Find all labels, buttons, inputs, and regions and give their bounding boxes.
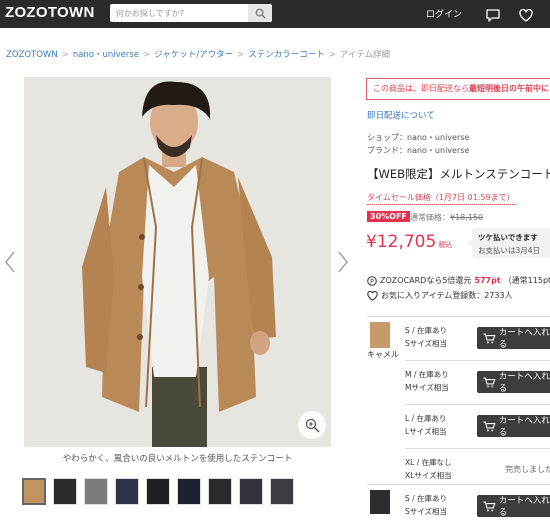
heart-icon[interactable] [367,290,378,301]
zoom-button[interactable] [298,411,326,439]
cart-icon [483,333,496,343]
sold-out-label: 完売しました [505,465,550,474]
size-row-l: L / 在庫あり Lサイズ相当 カートへ入れる [405,405,550,449]
stock-table: キャメル S / 在庫あり Sサイズ相当 カートへ入れる M / 在庫あり Mサ… [367,316,550,486]
prev-image-arrow[interactable] [4,250,16,278]
svg-text:P: P [370,277,374,285]
favorites-heart-icon[interactable] [519,7,533,26]
chat-icon[interactable] [486,7,500,26]
color-swatch-black[interactable] [370,490,390,514]
search-icon [255,8,266,19]
product-title: 【WEB限定】メルトンステンコート [367,167,550,181]
zoom-icon [305,418,320,433]
image-caption: やわらかく、風合いの良いメルトンを使用したステンコート [62,454,293,464]
size-row-s: S / 在庫あり Sサイズ相当 カートへ入れる [405,317,550,361]
thumbnail-1[interactable] [22,478,46,505]
thumbnail-6[interactable] [177,478,201,505]
add-to-cart-button[interactable]: カートへ入れる [477,495,550,518]
search-button[interactable] [248,4,272,22]
points-info: P ZOZOCARDなら5倍還元577pt（通常115pt） [367,275,550,286]
second-color-block: S / 在庫あり Sサイズ相当 カートへ入れる [367,484,550,518]
breadcrumb-current: アイテム詳細 [339,50,391,60]
favorite-count: お気に入りアイテム登録数：2733人 [367,290,513,301]
delivery-notice: この商品は、即日配送なら最短明後日の午前中に [366,78,550,100]
thumbnail-4[interactable] [115,478,139,505]
top-bar: ZOZOTOWN ログイン [0,0,550,28]
sale-price: ¥12,705 税込 [366,232,453,252]
add-to-cart-button[interactable]: カートへ入れる [477,415,550,438]
size-row-m: M / 在庫あり Mサイズ相当 カートへ入れる [405,361,550,405]
main-product-image[interactable] [24,77,331,447]
login-link[interactable]: ログイン [426,7,462,20]
add-to-cart-button[interactable]: カートへ入れる [477,327,550,350]
thumbnail-2[interactable] [53,478,77,505]
search-input[interactable] [110,4,248,22]
shop-name[interactable]: ショップ：nano・universe [367,132,469,143]
thumbnail-8[interactable] [239,478,263,505]
thumbnail-5[interactable] [146,478,170,505]
thumbnail-strip [22,478,294,509]
cart-icon [483,421,496,431]
search-box [110,4,272,22]
same-day-delivery-link[interactable]: 即日配送について [367,109,435,121]
next-image-arrow[interactable] [337,250,349,278]
breadcrumb-brand[interactable]: nano・universe [73,50,139,60]
breadcrumb-category[interactable]: ジャケット/アウター [154,50,233,60]
model-illustration [24,77,331,447]
discount-badge: 30%OFF [367,211,410,222]
timesale-label: タイムセール価格（1月7日 01:59まで） [367,192,515,205]
cart-icon [483,377,496,387]
regular-price: 通常価格：¥18,150 [410,213,484,222]
breadcrumb-home[interactable]: ZOZOTOWN [6,50,58,60]
breadcrumb-subcategory[interactable]: ステンカラーコート [248,50,325,60]
point-icon: P [367,275,377,286]
thumbnail-9[interactable] [270,478,294,505]
cart-icon [483,501,496,511]
thumbnail-3[interactable] [84,478,108,505]
breadcrumb: ZOZOTOWN > nano・universe > ジャケット/アウター > ステンカラー… [6,50,391,60]
color-swatch-camel[interactable] [370,322,390,348]
color-name: キャメル [367,350,399,359]
thumbnail-7[interactable] [208,478,232,505]
deferred-payment-tooltip: ツケ払いできます お支払いは3月4日 [467,228,550,258]
zozotown-logo[interactable]: ZOZOTOWN [5,4,95,21]
size-row-s-black: S / 在庫あり Sサイズ相当 カートへ入れる [405,485,550,529]
add-to-cart-button[interactable]: カートへ入れる [477,371,550,394]
brand-name[interactable]: ブランド：nano・universe [367,145,469,156]
